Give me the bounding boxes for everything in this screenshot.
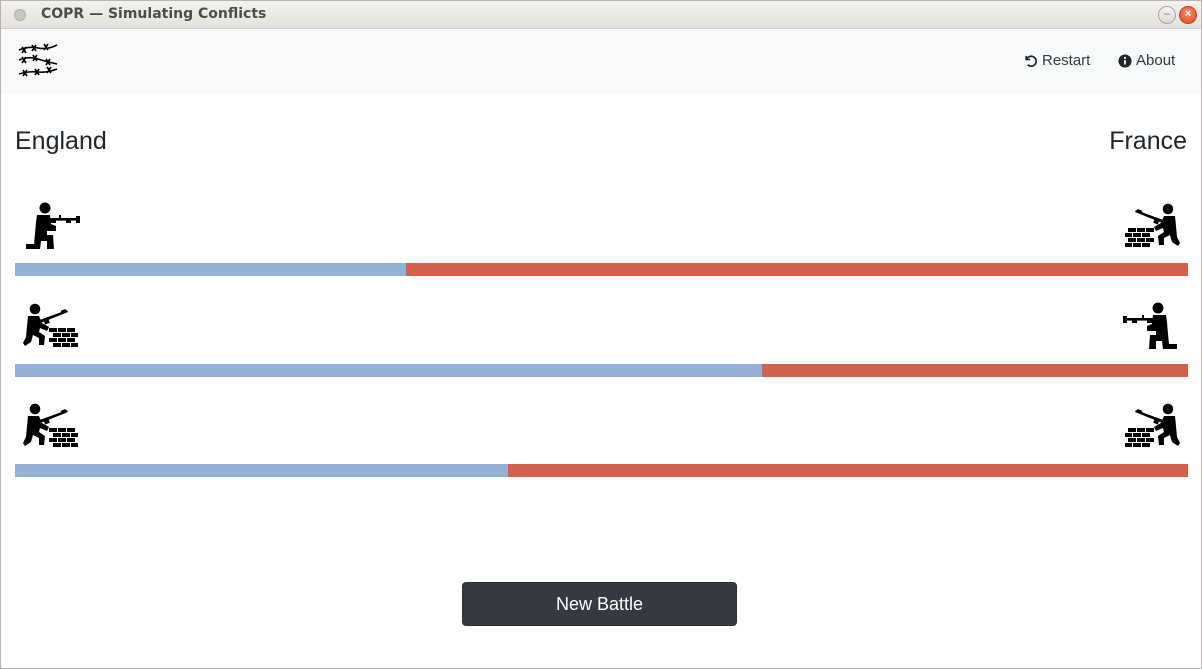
team-left-name: England xyxy=(15,127,107,155)
about-label: About xyxy=(1136,52,1176,69)
strength-bar-fill xyxy=(15,364,763,377)
rifleman-behind-wall-icon xyxy=(23,402,81,450)
navbar: Restart About xyxy=(1,29,1201,94)
undo-icon xyxy=(1025,55,1037,68)
strength-bar xyxy=(15,464,1188,477)
window-menu-icon[interactable] xyxy=(14,9,26,21)
kneeling-rifleman-icon xyxy=(1122,302,1180,350)
new-battle-button[interactable]: New Battle xyxy=(462,582,737,626)
strength-bar xyxy=(15,364,1188,377)
restart-label: Restart xyxy=(1042,52,1091,69)
restart-link[interactable]: Restart xyxy=(1023,52,1090,69)
strength-bar-fill xyxy=(15,464,508,477)
app-window: COPR — Simulating Conflicts – × Restart … xyxy=(0,0,1202,669)
strength-bar-fill xyxy=(15,263,406,276)
window-titlebar: COPR — Simulating Conflicts – × xyxy=(1,1,1201,29)
minimize-button[interactable]: – xyxy=(1158,6,1176,24)
kneeling-rifleman-icon xyxy=(23,202,81,250)
window-title: COPR — Simulating Conflicts xyxy=(41,6,267,22)
strength-bar xyxy=(15,263,1188,276)
rifleman-behind-wall-icon xyxy=(1122,202,1180,250)
info-circle-icon xyxy=(1118,53,1132,68)
about-link[interactable]: About xyxy=(1118,52,1175,69)
rifleman-behind-wall-icon xyxy=(1122,402,1180,450)
barbed-wire-icon[interactable] xyxy=(17,42,59,82)
rifleman-behind-wall-icon xyxy=(23,302,81,350)
team-right-name: France xyxy=(1109,127,1187,155)
close-button[interactable]: × xyxy=(1179,6,1197,24)
